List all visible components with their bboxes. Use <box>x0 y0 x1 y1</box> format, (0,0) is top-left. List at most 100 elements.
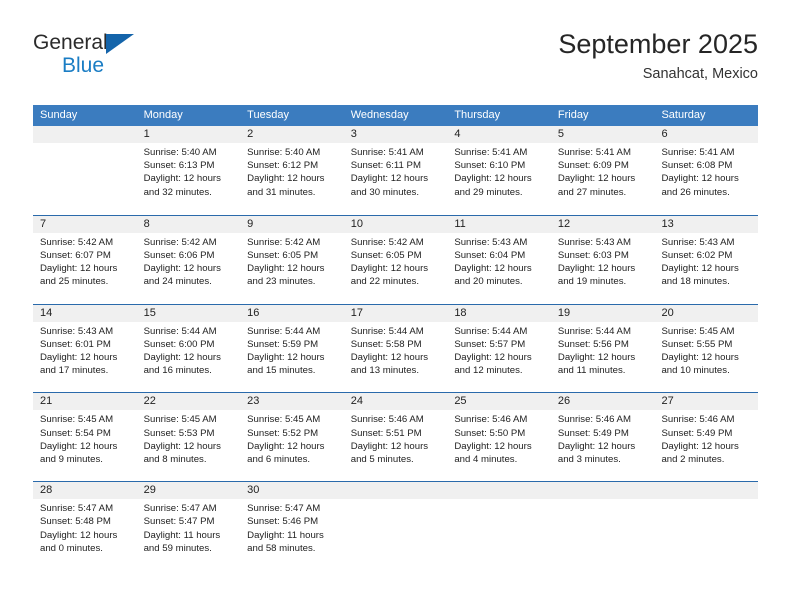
day-cell[interactable]: 1 Sunrise: 5:40 AM Sunset: 6:13 PM Daylight… <box>136 126 241 215</box>
day-details: Sunrise: 5:46 AM Sunset: 5:51 PM Daylight:… <box>344 410 448 466</box>
daylight-duration-line1: Daylight: 12 hours <box>661 440 739 452</box>
day-cell-empty <box>33 126 137 215</box>
day-cell[interactable]: 6 Sunrise: 5:41 AM Sunset: 6:08 PM Daylight… <box>654 126 759 215</box>
daylight-duration-line2: and 25 minutes. <box>40 276 109 288</box>
day-number: 20 <box>654 304 759 322</box>
day-cell[interactable]: 5 Sunrise: 5:41 AM Sunset: 6:09 PM Daylight… <box>550 126 655 215</box>
day-cell[interactable]: 30 Sunrise: 5:47 AM Sunset: 5:46 PM Dayligh… <box>240 482 344 570</box>
day-details: Sunrise: 5:41 AM Sunset: 6:10 PM Daylight:… <box>447 143 551 199</box>
sunset-time: Sunset: 5:48 PM <box>40 516 111 528</box>
day-cell[interactable]: 25 Sunrise: 5:46 AM Sunset: 5:50 PM Dayligh… <box>447 393 551 482</box>
daylight-duration-line1: Daylight: 12 hours <box>557 352 636 363</box>
week-row: 7 Sunrise: 5:42 AM Sunset: 6:07 PM Daylight… <box>33 214 759 304</box>
day-cell[interactable]: 10 Sunrise: 5:42 AM Sunset: 6:05 PM Dayligh… <box>343 215 448 304</box>
day-cell[interactable]: 2 Sunrise: 5:40 AM Sunset: 6:12 PM Daylight… <box>240 126 344 215</box>
day-details: Sunrise: 5:47 AM Sunset: 5:46 PM Daylight:… <box>240 499 344 555</box>
daylight-duration-line2: and 59 minutes. <box>143 542 212 554</box>
day-cell[interactable]: 3 Sunrise: 5:41 AM Sunset: 6:11 PM Daylight… <box>343 126 448 215</box>
daylight-duration-line2: and 27 minutes. <box>557 186 627 198</box>
day-cell[interactable]: 17 Sunrise: 5:44 AM Sunset: 5:58 PM Dayligh… <box>343 304 448 393</box>
day-cell[interactable]: 26 Sunrise: 5:46 AM Sunset: 5:49 PM Dayligh… <box>550 393 655 482</box>
weekday-thursday: Thursday <box>454 109 501 121</box>
sunrise-time: Sunrise: 5:44 AM <box>454 325 528 337</box>
day-number: 5 <box>550 126 655 143</box>
day-cell[interactable]: 24 Sunrise: 5:46 AM Sunset: 5:51 PM Dayligh… <box>343 393 448 482</box>
day-cell[interactable]: 4 Sunrise: 5:41 AM Sunset: 6:10 PM Daylight… <box>447 126 551 215</box>
daylight-duration-line1: Daylight: 12 hours <box>661 352 739 363</box>
daylight-duration-line2: and 22 minutes. <box>350 276 420 288</box>
daylight-duration-line2: and 16 minutes. <box>143 365 212 377</box>
day-details: Sunrise: 5:40 AM Sunset: 6:13 PM Daylight:… <box>137 143 241 199</box>
day-cell[interactable]: 13 Sunrise: 5:43 AM Sunset: 6:02 PM Dayligh… <box>654 215 759 304</box>
logo-text-blue: Blue <box>62 54 105 77</box>
day-details: Sunrise: 5:46 AM Sunset: 5:50 PM Daylight:… <box>447 410 551 466</box>
daylight-duration-line2: and 8 minutes. <box>143 454 207 465</box>
sunset-time: Sunset: 5:54 PM <box>40 427 111 439</box>
logo-text-general: General <box>33 31 108 54</box>
day-number <box>343 482 448 500</box>
day-details: Sunrise: 5:41 AM Sunset: 6:11 PM Daylight:… <box>344 143 448 199</box>
day-cell[interactable]: 8 Sunrise: 5:42 AM Sunset: 6:06 PM Daylight… <box>136 215 241 304</box>
daylight-duration-line2: and 18 minutes. <box>661 276 730 288</box>
week-row: 21 Sunrise: 5:45 AM Sunset: 5:54 PM Dayligh… <box>33 392 759 482</box>
day-details: Sunrise: 5:46 AM Sunset: 5:49 PM Daylight:… <box>654 410 758 466</box>
day-cell[interactable]: 20 Sunrise: 5:45 AM Sunset: 5:55 PM Dayligh… <box>654 304 759 393</box>
day-details: Sunrise: 5:45 AM Sunset: 5:54 PM Daylight:… <box>33 410 137 466</box>
day-number: 22 <box>136 393 241 411</box>
daylight-duration-line1: Daylight: 12 hours <box>557 263 636 275</box>
day-cell[interactable]: 23 Sunrise: 5:45 AM Sunset: 5:52 PM Dayligh… <box>240 393 344 482</box>
sunset-time: Sunset: 5:58 PM <box>350 338 422 350</box>
sunset-time: Sunset: 6:01 PM <box>40 338 111 350</box>
daylight-duration-line1: Daylight: 12 hours <box>40 263 118 275</box>
day-cell[interactable]: 28 Sunrise: 5:47 AM Sunset: 5:48 PM Dayligh… <box>33 482 137 570</box>
day-cell[interactable]: 21 Sunrise: 5:45 AM Sunset: 5:54 PM Dayligh… <box>33 393 137 482</box>
sunset-time: Sunset: 6:07 PM <box>40 250 111 261</box>
sunset-time: Sunset: 5:52 PM <box>247 427 319 439</box>
day-number: 7 <box>33 215 137 233</box>
daylight-duration-line1: Daylight: 12 hours <box>661 173 739 185</box>
week-row: 1 Sunrise: 5:40 AM Sunset: 6:13 PM Daylight… <box>33 126 759 215</box>
day-number: 4 <box>447 126 551 143</box>
day-cell[interactable]: 29 Sunrise: 5:47 AM Sunset: 5:47 PM Dayligh… <box>136 482 241 570</box>
sunset-time: Sunset: 5:46 PM <box>247 516 319 528</box>
day-cell[interactable]: 18 Sunrise: 5:44 AM Sunset: 5:57 PM Dayligh… <box>447 304 551 393</box>
daylight-duration-line1: Daylight: 12 hours <box>40 529 118 541</box>
daylight-duration-line2: and 26 minutes. <box>661 186 730 198</box>
sunrise-time: Sunrise: 5:44 AM <box>557 325 631 337</box>
day-cell-empty <box>654 482 759 570</box>
day-cell[interactable]: 7 Sunrise: 5:42 AM Sunset: 6:07 PM Daylight… <box>33 215 137 304</box>
sunrise-time: Sunrise: 5:45 AM <box>661 325 735 337</box>
day-details: Sunrise: 5:40 AM Sunset: 6:12 PM Daylight:… <box>240 143 344 199</box>
day-cell[interactable]: 27 Sunrise: 5:46 AM Sunset: 5:49 PM Dayligh… <box>654 393 759 482</box>
day-number: 9 <box>240 215 344 233</box>
daylight-duration-line1: Daylight: 12 hours <box>143 173 221 185</box>
weeks-container: 1 Sunrise: 5:40 AM Sunset: 6:13 PM Daylight… <box>33 126 759 570</box>
weekday-header-row: Sunday Monday Tuesday Wednesday Thursday… <box>33 105 758 126</box>
daylight-duration-line2: and 0 minutes. <box>40 542 103 554</box>
sunrise-time: Sunrise: 5:41 AM <box>350 147 424 158</box>
day-cell[interactable]: 9 Sunrise: 5:42 AM Sunset: 6:05 PM Daylight… <box>240 215 344 304</box>
day-cell[interactable]: 11 Sunrise: 5:43 AM Sunset: 6:04 PM Dayligh… <box>447 215 551 304</box>
sunset-time: Sunset: 6:05 PM <box>350 250 422 261</box>
sunset-time: Sunset: 5:50 PM <box>454 427 526 439</box>
sunrise-time: Sunrise: 5:46 AM <box>661 414 735 426</box>
day-details: Sunrise: 5:44 AM Sunset: 6:00 PM Daylight:… <box>137 322 241 378</box>
sunrise-time: Sunrise: 5:42 AM <box>40 236 114 248</box>
daylight-duration-line1: Daylight: 12 hours <box>350 440 429 452</box>
day-cell[interactable]: 12 Sunrise: 5:43 AM Sunset: 6:03 PM Dayligh… <box>550 215 655 304</box>
day-number: 6 <box>654 126 759 143</box>
day-cell[interactable]: 19 Sunrise: 5:44 AM Sunset: 5:56 PM Dayligh… <box>550 304 655 393</box>
sunset-time: Sunset: 5:55 PM <box>661 338 733 350</box>
sunrise-time: Sunrise: 5:44 AM <box>247 325 321 337</box>
day-cell[interactable]: 16 Sunrise: 5:44 AM Sunset: 5:59 PM Dayligh… <box>240 304 344 393</box>
day-cell[interactable]: 14 Sunrise: 5:43 AM Sunset: 6:01 PM Dayligh… <box>33 304 137 393</box>
sunrise-time: Sunrise: 5:47 AM <box>40 503 114 515</box>
day-cell[interactable]: 15 Sunrise: 5:44 AM Sunset: 6:00 PM Dayligh… <box>136 304 241 393</box>
day-details: Sunrise: 5:44 AM Sunset: 5:56 PM Daylight:… <box>551 322 655 378</box>
daylight-duration-line2: and 2 minutes. <box>661 454 725 465</box>
daylight-duration-line2: and 19 minutes. <box>557 276 627 288</box>
calendar-grid: Sunday Monday Tuesday Wednesday Thursday… <box>33 105 759 570</box>
sunset-time: Sunset: 5:59 PM <box>247 338 319 350</box>
sunrise-time: Sunrise: 5:43 AM <box>40 325 114 337</box>
day-cell[interactable]: 22 Sunrise: 5:45 AM Sunset: 5:53 PM Dayligh… <box>136 393 241 482</box>
